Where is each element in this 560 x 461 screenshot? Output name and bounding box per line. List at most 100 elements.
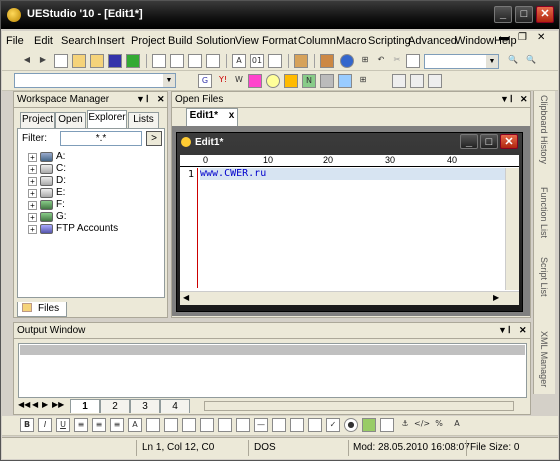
filter-input[interactable]: *.*	[60, 131, 142, 146]
yahoo-icon[interactable]: Y!	[216, 74, 230, 88]
wizard-icon[interactable]	[392, 74, 406, 88]
back-icon[interactable]: ◀	[20, 54, 34, 68]
anchor-icon[interactable]: ⚓	[398, 418, 412, 432]
pin-icon[interactable]: ⅼ	[510, 94, 513, 105]
underline-icon[interactable]: U	[56, 418, 70, 432]
output-tab-1[interactable]: 1	[70, 399, 100, 413]
font-color-icon[interactable]: A	[128, 418, 142, 432]
word-wrap-icon[interactable]	[268, 54, 282, 68]
editor-titlebar[interactable]: Edit1* _ □ ✕	[177, 133, 522, 153]
script-icon[interactable]	[320, 74, 334, 88]
menu-format[interactable]: Format	[262, 35, 297, 47]
hr-icon[interactable]: —	[254, 418, 268, 432]
open-folder-icon[interactable]	[72, 54, 86, 68]
mdi-close-icon[interactable]: ✕	[537, 32, 545, 43]
character-icon[interactable]: A	[450, 418, 464, 432]
frame-icon[interactable]	[380, 418, 394, 432]
tab-close-icon[interactable]: x	[229, 110, 235, 121]
menu-solution[interactable]: Solution	[196, 35, 236, 47]
form-icon[interactable]	[272, 418, 286, 432]
menu-advanced[interactable]: Advanced	[408, 35, 457, 47]
binary-icon[interactable]: 01	[250, 54, 264, 68]
next-page-icon[interactable]: ▶	[42, 400, 48, 409]
print-icon[interactable]	[152, 54, 166, 68]
xml-icon[interactable]	[338, 74, 352, 88]
clipboard-icon[interactable]	[428, 74, 442, 88]
hex-edit-icon[interactable]: A	[232, 54, 246, 68]
windows-icon[interactable]: ⊞	[358, 54, 372, 68]
bookmark-icon[interactable]	[294, 54, 308, 68]
save-all-icon[interactable]	[126, 54, 140, 68]
editor-maximize-button[interactable]: □	[480, 134, 498, 149]
expand-icon[interactable]: +	[28, 165, 37, 174]
output-tab-3[interactable]: 3	[130, 399, 160, 413]
image-icon[interactable]	[182, 418, 196, 432]
sidebar-script-list[interactable]: Script List	[539, 257, 549, 297]
expand-icon[interactable]: +	[28, 225, 37, 234]
first-page-icon[interactable]: ◀◀	[18, 400, 30, 409]
expand-icon[interactable]: +	[28, 189, 37, 198]
output-tab-2[interactable]: 2	[100, 399, 130, 413]
pin-icon[interactable]: ⅼ	[146, 94, 149, 105]
highlight-icon[interactable]	[146, 418, 160, 432]
save-icon[interactable]	[108, 54, 122, 68]
sidebar-xml-manager[interactable]: XML Manager	[539, 331, 549, 387]
panel-close-icon[interactable]: ✕	[520, 94, 528, 105]
last-page-icon[interactable]: ▶▶	[52, 400, 64, 409]
panel-close-icon[interactable]: ✕	[157, 94, 165, 105]
list-icon[interactable]	[218, 418, 232, 432]
scroll-right-icon[interactable]: ▶	[493, 293, 499, 302]
filter-go-button[interactable]: >	[146, 131, 162, 146]
dictionary-icon[interactable]	[248, 74, 262, 88]
menu-insert[interactable]: Insert	[97, 35, 125, 47]
mdi-restore-icon[interactable]: ❐	[518, 32, 527, 43]
web-preview-icon[interactable]	[188, 54, 202, 68]
current-line[interactable]: www.CWER.ru	[200, 168, 505, 180]
picture-icon[interactable]	[362, 418, 376, 432]
bulb-icon[interactable]	[266, 74, 280, 88]
tab-project[interactable]: Project	[20, 112, 55, 128]
menu-window[interactable]: Window	[455, 35, 494, 47]
align-center-icon[interactable]: ≡	[92, 418, 106, 432]
find-in-files-icon[interactable]: 🔍	[524, 54, 538, 68]
pin-icon[interactable]: ⅼ	[508, 325, 511, 336]
indent-icon[interactable]	[236, 418, 250, 432]
function-combo[interactable]: ▼	[14, 73, 176, 88]
menu-scripting[interactable]: Scripting	[368, 35, 411, 47]
forward-icon[interactable]: ▶	[36, 54, 50, 68]
toolbar-combo[interactable]: ▼	[424, 54, 499, 69]
scroll-left-icon[interactable]: ◀	[183, 293, 189, 302]
panel-menu-icon[interactable]: ▼	[498, 325, 507, 335]
internet-icon[interactable]	[340, 54, 354, 68]
output-scrollbar[interactable]	[204, 401, 514, 411]
title-bar[interactable]: UEStudio '10 - [Edit1*] _ □ ✕	[1, 1, 559, 29]
panel-menu-icon[interactable]: ▼	[500, 94, 509, 104]
panel-close-icon[interactable]: ✕	[519, 325, 527, 336]
prev-page-icon[interactable]: ◀	[32, 400, 38, 409]
menu-view[interactable]: View	[235, 35, 259, 47]
sidebar-function-list[interactable]: Function List	[539, 187, 549, 238]
vertical-scrollbar[interactable]	[505, 168, 519, 290]
menu-search[interactable]: Search	[61, 35, 96, 47]
expand-icon[interactable]: +	[28, 213, 37, 222]
template-icon[interactable]	[410, 74, 424, 88]
column-mode-icon[interactable]	[320, 54, 334, 68]
new-file-icon[interactable]	[54, 54, 68, 68]
menu-file[interactable]: File	[6, 35, 24, 47]
compare-icon[interactable]	[206, 54, 220, 68]
menu-macro[interactable]: Macro	[336, 35, 367, 47]
editor-minimize-button[interactable]: _	[460, 134, 478, 149]
find-icon[interactable]: 🔍	[506, 54, 520, 68]
menu-edit[interactable]: Edit	[34, 35, 53, 47]
bold-icon[interactable]: B	[20, 418, 34, 432]
print-preview-icon[interactable]	[170, 54, 184, 68]
horizontal-scrollbar[interactable]: ◀ ▶	[180, 291, 519, 305]
output-area[interactable]	[18, 343, 527, 398]
copy-icon[interactable]	[406, 54, 420, 68]
undo-icon[interactable]: ↶	[374, 54, 388, 68]
panel-menu-icon[interactable]: ▼	[136, 94, 145, 104]
textbox-icon[interactable]	[290, 418, 304, 432]
menu-build[interactable]: Build	[168, 35, 192, 47]
tab-open[interactable]: Open	[55, 112, 86, 128]
tag-icon[interactable]: </>	[414, 418, 430, 432]
